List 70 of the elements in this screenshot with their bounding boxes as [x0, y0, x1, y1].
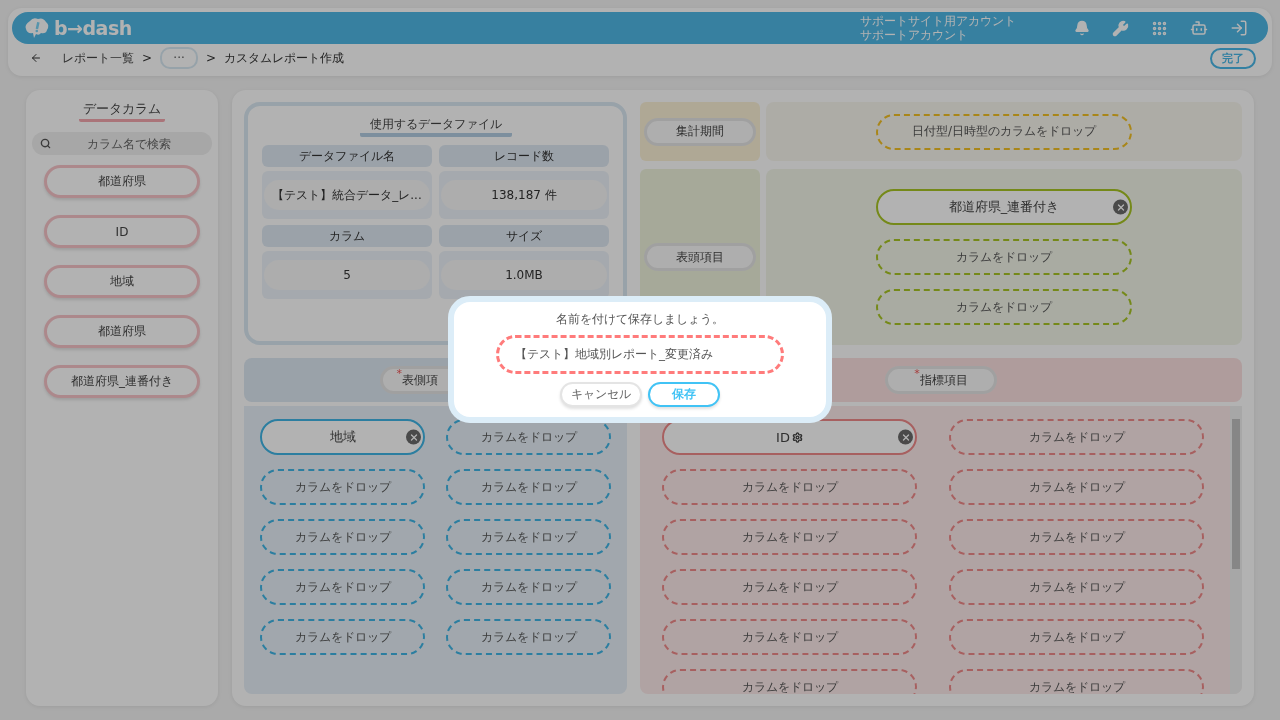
- drop-zone[interactable]: カラムをドロップ: [260, 469, 425, 505]
- drop-zone[interactable]: カラムをドロップ: [260, 619, 425, 655]
- drop-zone[interactable]: カラムをドロップ: [949, 669, 1204, 694]
- dialog-message: 名前を付けて保存しましょう。: [556, 312, 724, 327]
- bell-icon[interactable]: [1074, 20, 1090, 36]
- drop-zone[interactable]: カラムをドロップ: [662, 669, 917, 694]
- panel-title: 使用するデータファイル: [359, 112, 512, 137]
- required-mark: *: [396, 367, 402, 380]
- drop-zone[interactable]: カラムをドロップ: [662, 569, 917, 605]
- required-mark: *: [914, 367, 920, 380]
- column-chip[interactable]: 地域: [44, 265, 200, 298]
- column-chip[interactable]: 都道府県: [44, 165, 200, 198]
- drop-zone[interactable]: カラムをドロップ: [446, 569, 611, 605]
- logout-icon[interactable]: [1230, 19, 1248, 37]
- drop-zone[interactable]: カラムをドロップ: [446, 519, 611, 555]
- column-chip[interactable]: 地域: [260, 419, 425, 455]
- drop-zone[interactable]: カラムをドロップ: [260, 569, 425, 605]
- info-value: 138,187 件: [441, 180, 607, 210]
- account-name: サポートアカウント: [860, 28, 969, 42]
- breadcrumb-link[interactable]: レポート一覧: [62, 49, 134, 67]
- drop-zone[interactable]: カラムをドロップ: [662, 469, 917, 505]
- bot-icon[interactable]: [1190, 19, 1208, 37]
- search-field[interactable]: カラム名で検索: [32, 132, 212, 155]
- column-chip[interactable]: 都道府県_連番付き: [44, 365, 200, 398]
- drop-zone[interactable]: カラムをドロップ: [662, 619, 917, 655]
- column-chip[interactable]: 都道府県_連番付き: [876, 189, 1132, 225]
- sidebar-title: データカラム: [79, 100, 165, 122]
- section-label: *指標項目: [885, 366, 997, 394]
- drop-zone[interactable]: カラムをドロップ: [949, 469, 1204, 505]
- info-label: レコード数: [439, 145, 609, 167]
- column-chip[interactable]: ID: [662, 419, 917, 455]
- logo-icon: [24, 17, 50, 39]
- info-label: サイズ: [439, 225, 609, 247]
- section-label: 表頭項目: [644, 243, 756, 271]
- account-name: サポートサイト用アカウント: [860, 14, 1016, 28]
- info-value: 1.0MB: [441, 260, 607, 290]
- settings-icon[interactable]: [791, 431, 803, 443]
- breadcrumb-current: カスタムレポート作成: [224, 49, 345, 67]
- search-icon: [40, 138, 51, 149]
- breadcrumb-separator: >: [206, 51, 217, 65]
- drop-zone[interactable]: カラムをドロップ: [260, 519, 425, 555]
- back-icon[interactable]: [30, 52, 42, 64]
- drop-zone[interactable]: カラムをドロップ: [949, 569, 1204, 605]
- drop-zone[interactable]: カラムをドロップ: [662, 519, 917, 555]
- drop-zone[interactable]: カラムをドロップ: [876, 289, 1132, 325]
- report-name-field[interactable]: 【テスト】地域別レポート_変更済み: [496, 335, 784, 374]
- section-label: 集計期間: [644, 117, 756, 146]
- drop-zone[interactable]: カラムをドロップ: [876, 239, 1132, 275]
- drop-zone[interactable]: カラムをドロップ: [949, 519, 1204, 555]
- logo-text: b→dash: [54, 17, 132, 39]
- breadcrumb-separator: >: [142, 51, 153, 65]
- scrollbar[interactable]: [1230, 406, 1242, 694]
- info-value: 【テスト】統合データ_レ...: [264, 180, 430, 210]
- wrench-icon[interactable]: [1112, 19, 1129, 37]
- drop-zone[interactable]: 日付型/日時型のカラムをドロップ: [876, 113, 1132, 150]
- drop-zone[interactable]: カラムをドロップ: [949, 419, 1204, 455]
- close-icon[interactable]: [406, 429, 421, 445]
- info-label: カラム: [262, 225, 432, 247]
- drop-zone[interactable]: カラムをドロップ: [446, 469, 611, 505]
- info-value: 5: [264, 260, 430, 290]
- cancel-button[interactable]: キャンセル: [560, 382, 642, 407]
- close-icon[interactable]: [1113, 199, 1128, 215]
- column-chip[interactable]: ID: [44, 215, 200, 248]
- info-label: データファイル名: [262, 145, 432, 167]
- more-button[interactable]: ···: [160, 47, 199, 69]
- drop-zone[interactable]: カラムをドロップ: [446, 619, 611, 655]
- column-chip[interactable]: 都道府県: [44, 315, 200, 348]
- close-icon[interactable]: [898, 429, 913, 445]
- drop-zone[interactable]: カラムをドロップ: [949, 619, 1204, 655]
- grid-icon[interactable]: [1151, 19, 1168, 37]
